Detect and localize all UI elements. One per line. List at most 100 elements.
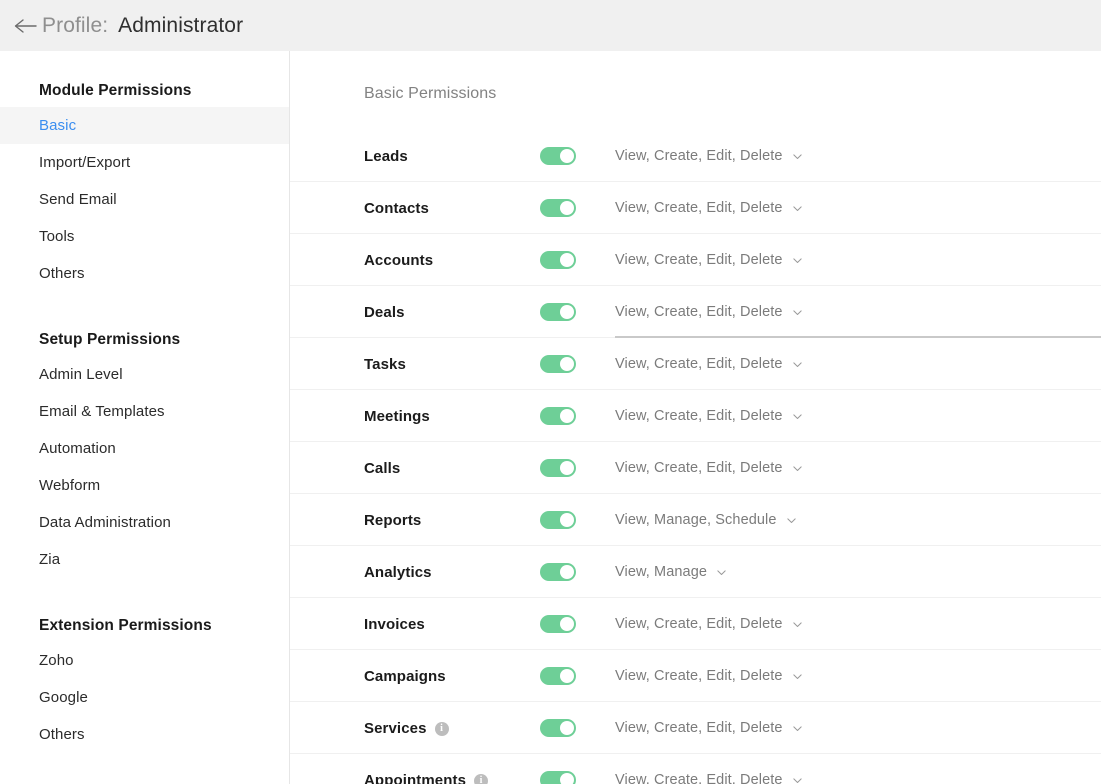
toggle-cell (540, 199, 615, 217)
module-enable-toggle[interactable] (540, 199, 576, 217)
module-name-label: Reports (364, 511, 422, 529)
sidebar-item-basic[interactable]: Basic (0, 107, 289, 144)
sidebar-item-tools[interactable]: Tools (0, 218, 289, 255)
toggle-cell (540, 355, 615, 373)
module-enable-toggle[interactable] (540, 459, 576, 477)
toggle-knob (560, 357, 574, 371)
permissions-dropdown[interactable]: View, Create, Edit, Delete (615, 668, 1101, 684)
module-name-cell: Reports (290, 512, 540, 529)
permissions-dropdown[interactable]: View, Create, Edit, Delete (615, 408, 1101, 424)
toggle-cell (540, 771, 615, 784)
sidebar-item-send-email[interactable]: Send Email (0, 181, 289, 218)
permissions-dropdown[interactable]: View, Create, Edit, Delete (615, 252, 1101, 268)
toggle-cell (540, 251, 615, 269)
back-arrow-icon[interactable] (10, 13, 40, 39)
toggle-knob (560, 201, 574, 215)
module-name-cell: Meetings (290, 408, 540, 425)
module-name-cell: Services i (290, 720, 540, 737)
module-enable-toggle[interactable] (540, 303, 576, 321)
permissions-dropdown[interactable]: View, Create, Edit, Delete (615, 356, 1101, 372)
chevron-down-icon (792, 359, 803, 370)
sidebar-item-data-administration[interactable]: Data Administration (0, 504, 289, 541)
permission-row: Calls View, Create, Edit, Delete (290, 442, 1101, 494)
permissions-value: View, Create, Edit, Delete (615, 460, 783, 476)
toggle-knob (560, 617, 574, 631)
module-name-label: Calls (364, 459, 401, 477)
sidebar-item-zoho[interactable]: Zoho (0, 642, 289, 679)
permissions-dropdown[interactable]: View, Create, Edit, Delete (615, 772, 1101, 784)
module-name-cell: Deals (290, 304, 540, 321)
sidebar-item-others[interactable]: Others (0, 716, 289, 753)
module-enable-toggle[interactable] (540, 407, 576, 425)
module-enable-toggle[interactable] (540, 719, 576, 737)
sidebar-item-webform[interactable]: Webform (0, 467, 289, 504)
permission-row: Contacts View, Create, Edit, Delete (290, 182, 1101, 234)
sidebar-item-import-export[interactable]: Import/Export (0, 144, 289, 181)
info-icon[interactable]: i (434, 722, 449, 736)
chevron-down-icon (792, 307, 803, 318)
toggle-cell (540, 407, 615, 425)
module-enable-toggle[interactable] (540, 771, 576, 784)
permissions-value: View, Create, Edit, Delete (615, 304, 783, 320)
sidebar-item-zia[interactable]: Zia (0, 541, 289, 578)
section-heading: Basic Permissions (364, 85, 497, 102)
permissions-dropdown[interactable]: View, Manage, Schedule (615, 512, 1101, 528)
permissions-dropdown[interactable]: View, Create, Edit, Delete (615, 460, 1101, 476)
permission-row: Appointments i View, Create, Edit, Delete (290, 754, 1101, 784)
toggle-cell (540, 615, 615, 633)
module-enable-toggle[interactable] (540, 667, 576, 685)
page-body: Module Permissions Basic Import/Export Send… (0, 51, 1101, 784)
sidebar-item-automation[interactable]: Automation (0, 430, 289, 467)
permission-row: Analytics View, Manage (290, 546, 1101, 598)
module-name-cell: Invoices (290, 616, 540, 633)
chevron-down-icon (792, 151, 803, 162)
sidebar-group-title: Extension Permissions (39, 617, 212, 634)
module-name-label: Services (364, 719, 427, 737)
module-enable-toggle[interactable] (540, 511, 576, 529)
module-enable-toggle[interactable] (540, 355, 576, 373)
toggle-knob (560, 253, 574, 267)
chevron-down-icon (792, 255, 803, 266)
permissions-dropdown[interactable]: View, Create, Edit, Delete (615, 304, 1101, 320)
module-enable-toggle[interactable] (540, 615, 576, 633)
module-name-label: Campaigns (364, 667, 446, 685)
info-icon[interactable]: i (474, 774, 489, 784)
module-enable-toggle[interactable] (540, 563, 576, 581)
chevron-down-icon (792, 723, 803, 734)
permissions-dropdown[interactable]: View, Create, Edit, Delete (615, 720, 1101, 736)
permission-row: Leads View, Create, Edit, Delete (290, 130, 1101, 182)
toggle-knob (560, 565, 574, 579)
module-enable-toggle[interactable] (540, 251, 576, 269)
permissions-dropdown[interactable]: View, Create, Edit, Delete (615, 148, 1101, 164)
permissions-dropdown[interactable]: View, Create, Edit, Delete (615, 200, 1101, 216)
permissions-value: View, Create, Edit, Delete (615, 772, 783, 784)
sidebar-item-email-templates[interactable]: Email & Templates (0, 393, 289, 430)
permission-row: Invoices View, Create, Edit, Delete (290, 598, 1101, 650)
sidebar-item-google[interactable]: Google (0, 679, 289, 716)
chevron-down-icon (792, 203, 803, 214)
permissions-dropdown[interactable]: View, Manage (615, 564, 1101, 580)
permissions-value: View, Create, Edit, Delete (615, 616, 783, 632)
module-name-label: Invoices (364, 615, 425, 633)
chevron-down-icon (792, 463, 803, 474)
module-name-label: Meetings (364, 407, 430, 425)
permissions-dropdown[interactable]: View, Create, Edit, Delete (615, 616, 1101, 632)
sidebar-group: Extension Permissions Zoho Google Others (0, 615, 289, 753)
module-name-cell: Tasks (290, 356, 540, 373)
module-enable-toggle[interactable] (540, 147, 576, 165)
module-name-label: Appointments (364, 771, 467, 784)
permission-row: Campaigns View, Create, Edit, Delete (290, 650, 1101, 702)
sidebar-item-others[interactable]: Others (0, 255, 289, 292)
permissions-list: Leads View, Create, Edit, Delete Contacts V… (290, 130, 1101, 784)
module-name-cell: Campaigns (290, 668, 540, 685)
module-name-label: Tasks (364, 355, 406, 373)
permission-row: Deals View, Create, Edit, Delete (290, 286, 1101, 338)
toggle-knob (560, 409, 574, 423)
sidebar-item-admin-level[interactable]: Admin Level (0, 356, 289, 393)
permissions-value: View, Create, Edit, Delete (615, 356, 783, 372)
toggle-cell (540, 459, 615, 477)
chevron-down-icon (792, 775, 803, 784)
toggle-knob (560, 513, 574, 527)
